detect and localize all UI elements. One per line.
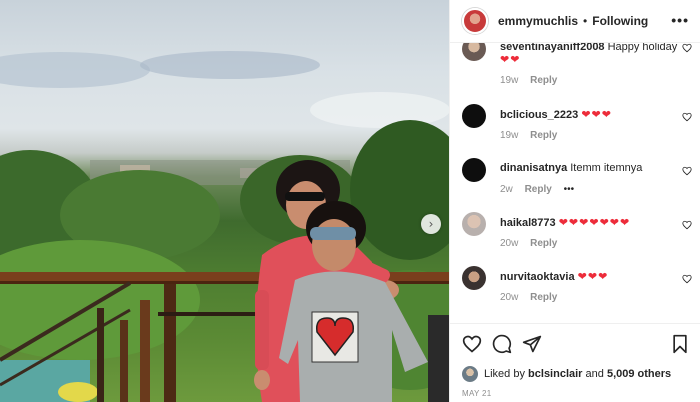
comment-avatar[interactable]: [462, 266, 486, 290]
comment-avatar[interactable]: [462, 104, 486, 128]
comment-body: nurvitaoktavia ❤❤❤: [500, 270, 608, 283]
more-dots-icon[interactable]: •••: [671, 12, 689, 28]
comment-time: 20w: [500, 292, 519, 303]
comment-text: Happy holiday: [607, 43, 678, 53]
comment-time: 19w: [500, 130, 519, 141]
follow-status-button[interactable]: Following: [592, 14, 648, 28]
comment-username[interactable]: haikal8773: [500, 217, 556, 229]
comment-avatar[interactable]: [462, 43, 486, 61]
like-comment-heart-icon[interactable]: [682, 166, 692, 176]
liker-avatar[interactable]: [462, 366, 478, 382]
comment-username[interactable]: nurvitaoktavia: [500, 271, 575, 283]
post-photo[interactable]: ›: [0, 0, 449, 402]
next-photo-button[interactable]: ›: [421, 214, 441, 234]
reply-button[interactable]: Reply: [530, 75, 557, 86]
comment-username[interactable]: dinanisatnya: [500, 162, 567, 174]
post-date: MAY 21: [462, 389, 492, 398]
reply-button[interactable]: Reply: [530, 238, 557, 249]
comment-body: bclicious_2223 ❤❤❤: [500, 108, 612, 121]
header-separator: •: [583, 14, 588, 28]
like-comment-heart-icon[interactable]: [682, 43, 692, 53]
likes-count-link[interactable]: 5,009 others: [607, 368, 671, 380]
photo-scene: [0, 51, 449, 402]
post-side-panel: emmymuchlis • Following ••• seventinayan…: [449, 0, 700, 402]
reply-button[interactable]: Reply: [525, 184, 552, 195]
chevron-right-icon: ›: [428, 217, 434, 231]
comment-meta: 19w Reply: [500, 75, 566, 86]
comment-body: haikal8773 ❤❤❤❤❤❤❤: [500, 216, 630, 229]
comments-list[interactable]: seventinayaniff2008 Happy holiday ❤❤ 19w …: [450, 43, 700, 323]
comment-avatar[interactable]: [462, 212, 486, 236]
comment-meta: 20w Reply: [500, 292, 566, 303]
comment-time: 20w: [500, 238, 519, 249]
post-actions: Liked by bclsinclair and 5,009 others MA…: [450, 323, 700, 402]
author-avatar[interactable]: [462, 8, 488, 34]
comment-username[interactable]: seventinayaniff2008: [500, 43, 605, 53]
like-comment-heart-icon[interactable]: [682, 274, 692, 284]
liked-by-and: and: [585, 368, 604, 380]
comment-username[interactable]: bclicious_2223: [500, 109, 578, 121]
liked-by-line: Liked by bclsinclair and 5,009 others: [462, 366, 671, 382]
liker-username[interactable]: bclsinclair: [528, 368, 582, 380]
comment-text: Itemm itemnya: [570, 162, 643, 174]
liked-by-prefix: Liked by: [484, 368, 525, 380]
comment-meta: 2w Reply •••: [500, 184, 583, 195]
like-comment-heart-icon[interactable]: [682, 220, 692, 230]
comment-body: dinanisatnya Itemm itemnya: [500, 162, 642, 174]
post-header: emmymuchlis • Following •••: [450, 0, 700, 43]
comment-hearts: ❤❤❤: [581, 108, 612, 121]
heart-outline-icon[interactable]: [462, 334, 482, 354]
paper-plane-icon[interactable]: [522, 334, 542, 354]
reply-button[interactable]: Reply: [530, 130, 557, 141]
comment-hearts: ❤❤: [500, 53, 521, 66]
comment-avatar[interactable]: [462, 158, 486, 182]
comment-hearts: ❤❤❤: [577, 270, 609, 283]
like-comment-heart-icon[interactable]: [682, 112, 692, 122]
comment-meta: 19w Reply: [500, 130, 566, 141]
reply-button[interactable]: Reply: [530, 292, 557, 303]
comment-time: 19w: [500, 75, 519, 86]
comment-time: 2w: [500, 184, 513, 195]
author-username[interactable]: emmymuchlis: [498, 14, 578, 28]
comment-options-icon[interactable]: •••: [564, 184, 575, 195]
comment-meta: 20w Reply: [500, 238, 566, 249]
comment-bubble-icon[interactable]: [492, 334, 512, 354]
comment-hearts: ❤❤❤❤❤❤❤: [558, 216, 631, 229]
comment-body: seventinayaniff2008 Happy holiday ❤❤: [500, 43, 677, 66]
bookmark-icon[interactable]: [670, 334, 690, 354]
